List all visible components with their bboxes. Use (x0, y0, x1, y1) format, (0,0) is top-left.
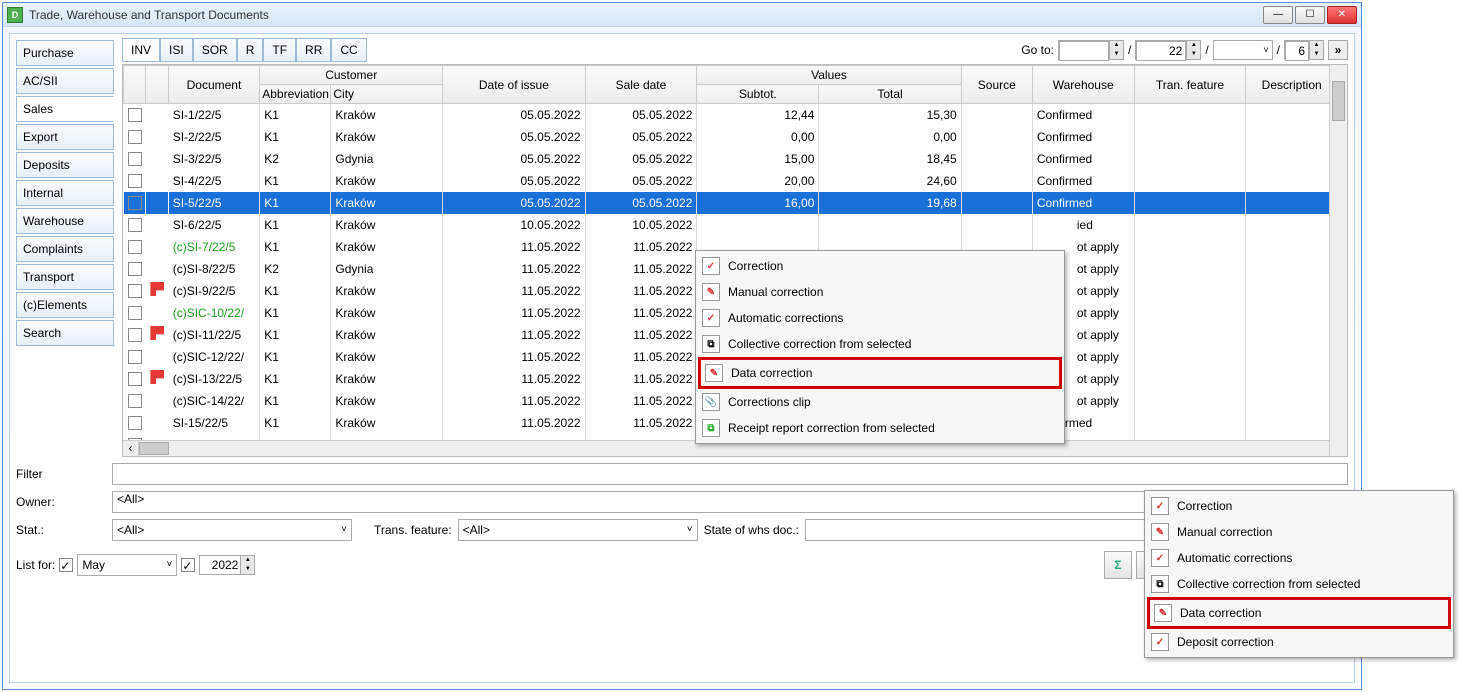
ctx-item-label: Deposit correction (1177, 635, 1274, 649)
ctx-item-collective-correction-from-selected[interactable]: ⧉ Collective correction from selected (698, 331, 1062, 357)
goto-field-3[interactable] (1213, 40, 1273, 60)
side-tabs: PurchaseAC/SIISalesExportDepositsInterna… (16, 40, 114, 457)
close-button[interactable]: ✕ (1327, 6, 1357, 24)
table-row[interactable]: SI-3/22/5K2Gdynia05.05.202205.05.202215,… (124, 148, 1338, 170)
stat-combo[interactable]: <All> (112, 519, 352, 541)
doc-tab-rr[interactable]: RR (296, 38, 331, 62)
ctx-item-icon: ✎ (1154, 604, 1172, 622)
goto-field-4[interactable]: ▲▼ (1284, 40, 1324, 60)
side-tab-deposits[interactable]: Deposits (16, 152, 114, 178)
ctx-item-label: Data correction (1180, 606, 1261, 620)
table-row[interactable]: SI-4/22/5K1Kraków05.05.202205.05.202220,… (124, 170, 1338, 192)
ctx-item-collective-correction-from-selected[interactable]: ⧉ Collective correction from selected (1147, 571, 1451, 597)
ctx-item-icon: ⧉ (702, 419, 720, 437)
ctx-item-icon: ✓ (1151, 633, 1169, 651)
side-tab-warehouse[interactable]: Warehouse (16, 208, 114, 234)
doc-tab-sor[interactable]: SOR (193, 38, 237, 62)
context-menu-corrections[interactable]: ✓ Correction ✎ Manual correction ✓ Automatic … (695, 250, 1065, 444)
ctx-item-automatic-corrections[interactable]: ✓ Automatic corrections (1147, 545, 1451, 571)
ctx-item-icon: ✎ (702, 283, 720, 301)
ctx-item-manual-correction[interactable]: ✎ Manual correction (1147, 519, 1451, 545)
year-checkbox[interactable]: ✓ (181, 558, 195, 572)
doc-tab-tf[interactable]: TF (263, 38, 296, 62)
ctx-item-label: Collective correction from selected (728, 337, 911, 351)
list-for-label: List for: (16, 558, 55, 572)
ctx-item-receipt-report-correction-from-selected[interactable]: ⧉ Receipt report correction from selected (698, 415, 1062, 441)
goto-panel: Go to: ▲▼ / ▲▼ / / ▲▼ » (1021, 40, 1348, 60)
ctx-item-icon: ✓ (1151, 497, 1169, 515)
filter-label: Filter (16, 467, 106, 481)
doc-type-tabs: INVISISORRTFRRCC Go to: ▲▼ / ▲▼ / / ▲▼ » (122, 40, 1348, 60)
ctx-item-label: Correction (1177, 499, 1232, 513)
side-tab-transport[interactable]: Transport (16, 264, 114, 290)
goto-jump-button[interactable]: » (1328, 40, 1348, 60)
ctx-item-icon: ✓ (1151, 549, 1169, 567)
table-row[interactable]: SI-6/22/5K1Kraków10.05.202210.05.2022ied (124, 214, 1338, 236)
ctx-item-label: Receipt report correction from selected (728, 421, 935, 435)
filter-input[interactable] (112, 463, 1348, 485)
side-tab-purchase[interactable]: Purchase (16, 40, 114, 66)
ctx-item-label: Automatic corrections (1177, 551, 1292, 565)
app-icon: D (7, 7, 23, 23)
stat-label: Stat.: (16, 523, 106, 537)
ctx-item-label: Correction (728, 259, 783, 273)
table-row[interactable]: SI-2/22/5K1Kraków05.05.202205.05.20220,0… (124, 126, 1338, 148)
ctx-item-icon: ⧉ (702, 335, 720, 353)
ctx-item-data-correction[interactable]: ✎ Data correction (1147, 597, 1451, 629)
doc-tab-inv[interactable]: INV (122, 38, 160, 62)
vertical-scrollbar[interactable] (1329, 65, 1347, 456)
ctx-item-icon: ⧉ (1151, 575, 1169, 593)
table-row[interactable]: SI-5/22/5K1Kraków05.05.202205.05.202216,… (124, 192, 1338, 214)
state-whs-label: State of whs doc.: (704, 523, 799, 537)
side-tab-complaints[interactable]: Complaints (16, 236, 114, 262)
ctx-item-deposit-correction[interactable]: ✓ Deposit correction (1147, 629, 1451, 655)
ctx-item-label: Data correction (731, 366, 812, 380)
ctx-item-data-correction[interactable]: ✎ Data correction (698, 357, 1062, 389)
doc-tab-isi[interactable]: ISI (160, 38, 193, 62)
context-menu-corrections-2[interactable]: ✓ Correction ✎ Manual correction ✓ Automatic … (1144, 490, 1454, 658)
trans-feature-combo[interactable]: <All> (458, 519, 698, 541)
side-tab-export[interactable]: Export (16, 124, 114, 150)
side-tab-sales[interactable]: Sales (16, 96, 114, 122)
ctx-item-icon: ✓ (702, 257, 720, 275)
month-checkbox[interactable]: ✓ (59, 558, 73, 572)
sum-button[interactable]: Σ (1104, 551, 1132, 579)
window-title: Trade, Warehouse and Transport Documents (29, 8, 1263, 22)
side-tab-search[interactable]: Search (16, 320, 114, 346)
ctx-item-correction[interactable]: ✓ Correction (698, 253, 1062, 279)
doc-tab-cc[interactable]: CC (331, 38, 366, 62)
table-row[interactable]: SI-1/22/5K1Kraków05.05.202205.05.202212,… (124, 104, 1338, 126)
ctx-item-correction[interactable]: ✓ Correction (1147, 493, 1451, 519)
ctx-item-icon: ✎ (705, 364, 723, 382)
goto-field-1[interactable]: ▲▼ (1058, 40, 1124, 60)
side-tab-celements[interactable]: (c)Elements (16, 292, 114, 318)
ctx-item-icon: ✓ (702, 309, 720, 327)
month-combo[interactable]: May (77, 554, 177, 576)
ctx-item-label: Manual correction (1177, 525, 1272, 539)
ctx-item-icon: ✎ (1151, 523, 1169, 541)
goto-label: Go to: (1021, 43, 1054, 57)
side-tab-internal[interactable]: Internal (16, 180, 114, 206)
titlebar: D Trade, Warehouse and Transport Documen… (3, 3, 1361, 27)
ctx-item-manual-correction[interactable]: ✎ Manual correction (698, 279, 1062, 305)
header-row-1: Document Customer Date of issue Sale dat… (124, 66, 1338, 85)
ctx-item-icon: 📎 (702, 393, 720, 411)
ctx-item-automatic-corrections[interactable]: ✓ Automatic corrections (698, 305, 1062, 331)
goto-field-2[interactable]: ▲▼ (1135, 40, 1201, 60)
year-spinner[interactable]: ▲▼ (199, 555, 255, 575)
doc-tab-r[interactable]: R (237, 38, 264, 62)
ctx-item-label: Automatic corrections (728, 311, 843, 325)
ctx-item-label: Manual correction (728, 285, 823, 299)
ctx-item-label: Collective correction from selected (1177, 577, 1360, 591)
ctx-item-label: Corrections clip (728, 395, 811, 409)
maximize-button[interactable]: ☐ (1295, 6, 1325, 24)
trans-feature-label: Trans. feature: (374, 523, 452, 537)
side-tab-acsii[interactable]: AC/SII (16, 68, 114, 94)
ctx-item-corrections-clip[interactable]: 📎 Corrections clip (698, 389, 1062, 415)
owner-label: Owner: (16, 495, 106, 509)
minimize-button[interactable]: — (1263, 6, 1293, 24)
